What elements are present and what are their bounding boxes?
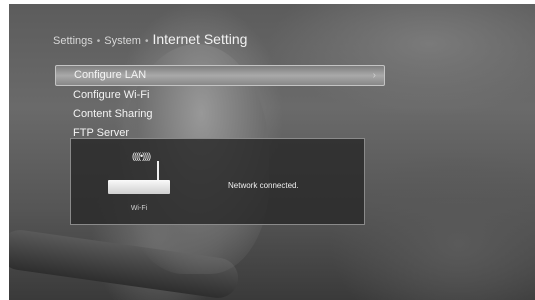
router-label: Wi-Fi bbox=[130, 205, 148, 212]
breadcrumb-settings: Settings bbox=[53, 35, 93, 47]
breadcrumb-system: System bbox=[104, 35, 141, 47]
chevron-right-icon: › bbox=[372, 70, 376, 81]
breadcrumb-separator: • bbox=[144, 36, 149, 47]
network-status-text: Network connected. bbox=[228, 181, 299, 190]
breadcrumb: Settings • System • Internet Setting bbox=[53, 31, 247, 47]
settings-menu: Configure LAN › Configure Wi-Fi Content … bbox=[55, 65, 385, 143]
wifi-router-icon bbox=[108, 180, 170, 194]
menu-item-content-sharing[interactable]: Content Sharing bbox=[55, 105, 385, 124]
menu-item-label: Content Sharing bbox=[73, 108, 153, 120]
router-antenna bbox=[157, 161, 159, 180]
page-title: Internet Setting bbox=[152, 31, 248, 47]
menu-item-label: Configure Wi-Fi bbox=[73, 89, 150, 101]
breadcrumb-separator: • bbox=[96, 36, 101, 47]
wifi-signal-icon: ((((•)))) bbox=[132, 151, 151, 161]
menu-item-configure-wifi[interactable]: Configure Wi-Fi bbox=[55, 86, 385, 105]
network-status-panel: ((((•)))) Wi-Fi Network connected. bbox=[70, 138, 365, 225]
tv-screen: Settings • System • Internet Setting Con… bbox=[9, 4, 535, 300]
menu-item-label: Configure LAN bbox=[74, 69, 147, 81]
menu-item-configure-lan[interactable]: Configure LAN › bbox=[55, 65, 385, 86]
